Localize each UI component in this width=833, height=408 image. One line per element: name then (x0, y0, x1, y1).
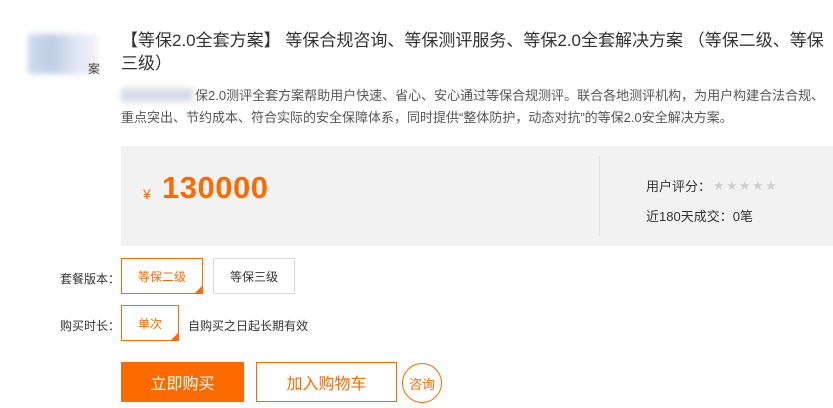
rating-label: 用户评分： (646, 179, 712, 194)
package-option-level3[interactable]: 等保三级 (213, 258, 295, 294)
price-divider (599, 156, 600, 236)
price-panel: ¥ 130000 用户评分： ★ ★ ★ ★ ★ 近180天成交：0笔 (121, 146, 833, 246)
rating-row: 用户评分： ★ ★ ★ ★ ★ (646, 176, 778, 195)
currency-symbol: ¥ (143, 186, 151, 202)
rating-stars: ★ ★ ★ ★ ★ (713, 179, 778, 192)
sales-count: 近180天成交：0笔 (646, 209, 753, 224)
star-icon: ★ (765, 178, 777, 193)
buy-now-button[interactable]: 立即购买 (121, 362, 244, 402)
vendor-logo: 案 (28, 34, 102, 76)
duration-label: 购买时长： (60, 319, 121, 333)
vendor-logo-text: 案 (88, 62, 101, 76)
star-icon: ★ (726, 178, 738, 193)
package-option-level2[interactable]: 等保二级 (121, 258, 203, 294)
package-label: 套餐版本： (60, 272, 121, 286)
product-description: 保2.0测评全套方案帮助用户快速、省心、安心通过等保合规测评。联合各地测评机构，… (121, 85, 831, 129)
price-value: 130000 (162, 170, 269, 205)
duration-option-once[interactable]: 单次 (121, 305, 179, 341)
star-icon: ★ (739, 178, 751, 193)
selected-corner-icon (194, 285, 203, 294)
duration-note: 自购买之日起长期有效 (188, 319, 309, 333)
add-to-cart-button[interactable]: 加入购物车 (256, 362, 397, 402)
package-option-label: 等保二级 (137, 269, 186, 284)
package-option-label: 等保三级 (229, 269, 278, 284)
star-icon: ★ (713, 178, 725, 193)
redacted-vendor-name (121, 88, 193, 102)
selected-corner-icon (170, 332, 179, 341)
duration-option-label: 单次 (137, 316, 162, 331)
product-description-text: 保2.0测评全套方案帮助用户快速、省心、安心通过等保合规测评。联合各地测评机构，… (121, 88, 825, 125)
star-icon: ★ (752, 178, 764, 193)
consult-button[interactable]: 咨询 (402, 363, 442, 403)
product-title: 【等保2.0全套方案】 等保合规咨询、等保测评服务、等保2.0全套解决方案 （等… (121, 31, 824, 73)
